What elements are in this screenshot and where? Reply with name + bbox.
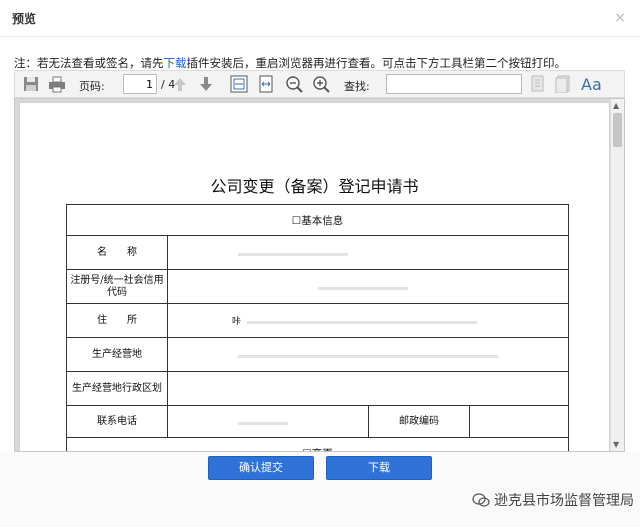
name-value <box>167 235 569 270</box>
address-text: 咔 <box>232 317 242 327</box>
document-viewer[interactable]: 公司变更（备案）登记申请书 ☐基本信息 名 称 注册号/统一社会信用代码 住 所… <box>14 98 625 452</box>
postcode-label: 邮政编码 <box>368 405 470 438</box>
district-label: 生产经营地行政区划 <box>66 371 168 406</box>
find-input[interactable] <box>386 74 522 94</box>
scrollbar-thumb[interactable] <box>613 113 622 147</box>
postcode-value <box>469 405 569 438</box>
save-icon[interactable] <box>22 75 40 93</box>
document-page: 公司变更（备案）登记申请书 ☐基本信息 名 称 注册号/统一社会信用代码 住 所… <box>19 102 610 451</box>
credit-code-label: 注册号/统一社会信用代码 <box>66 269 168 304</box>
scroll-up-icon[interactable]: ▲ <box>613 101 619 110</box>
credit-code-value <box>167 269 569 304</box>
wechat-icon <box>472 493 490 507</box>
phone-value <box>167 405 369 438</box>
address-value: 咔 <box>167 303 569 338</box>
find-label: 查找: <box>344 80 370 93</box>
find-prev-icon[interactable] <box>529 75 547 93</box>
business-location-value <box>167 337 569 372</box>
fit-page-icon[interactable] <box>230 75 248 93</box>
close-icon[interactable]: × <box>614 10 626 26</box>
watermark: 逊克县市场监督管理局 <box>472 490 634 510</box>
dialog-title: 预览 <box>12 12 37 26</box>
scroll-down-icon[interactable]: ▼ <box>613 440 619 449</box>
notice-text-before: 注：若无法查看或签名，请先 <box>14 56 164 70</box>
phone-label: 联系电话 <box>66 405 168 438</box>
section-basic-info: ☐基本信息 <box>66 204 569 236</box>
page-number-input[interactable] <box>123 74 157 94</box>
business-location-label: 生产经营地 <box>66 337 168 372</box>
download-button[interactable]: 下载 <box>326 456 432 480</box>
address-label: 住 所 <box>66 303 168 338</box>
header-divider <box>0 36 640 37</box>
zoom-in-icon[interactable] <box>312 75 330 93</box>
application-form-table: ☐基本信息 名 称 注册号/统一社会信用代码 住 所 咔 生产经营地 生产经营地… <box>66 204 569 451</box>
name-label: 名 称 <box>66 235 168 270</box>
zoom-out-icon[interactable] <box>285 75 303 93</box>
arrow-down-icon[interactable] <box>197 75 215 93</box>
section-change: ☐变更 <box>66 437 569 451</box>
font-icon[interactable]: Aa <box>581 75 602 94</box>
arrow-up-icon[interactable] <box>171 75 189 93</box>
document-title: 公司变更（备案）登记申请书 <box>210 177 419 196</box>
viewer-scrollbar[interactable]: ▲ ▼ <box>610 99 624 451</box>
page-label: 页码: <box>79 80 105 93</box>
pdf-toolbar: 页码: / 4 查找: Aa <box>14 70 625 98</box>
plugin-notice: 注：若无法查看或签名，请先下载插件安装后，重启浏览器再进行查看。可点击下方工具栏… <box>14 55 566 71</box>
notice-text-after: 插件安装后，重启浏览器再进行查看。可点击下方工具栏第二个按钮打印。 <box>186 56 567 70</box>
find-next-icon[interactable] <box>554 75 572 93</box>
district-value <box>167 371 569 406</box>
print-icon[interactable] <box>48 75 66 93</box>
watermark-text: 逊克县市场监督管理局 <box>494 493 634 509</box>
confirm-submit-button[interactable]: 确认提交 <box>208 456 314 480</box>
download-plugin-link[interactable]: 下载 <box>164 56 187 70</box>
fit-width-icon[interactable] <box>257 75 275 93</box>
